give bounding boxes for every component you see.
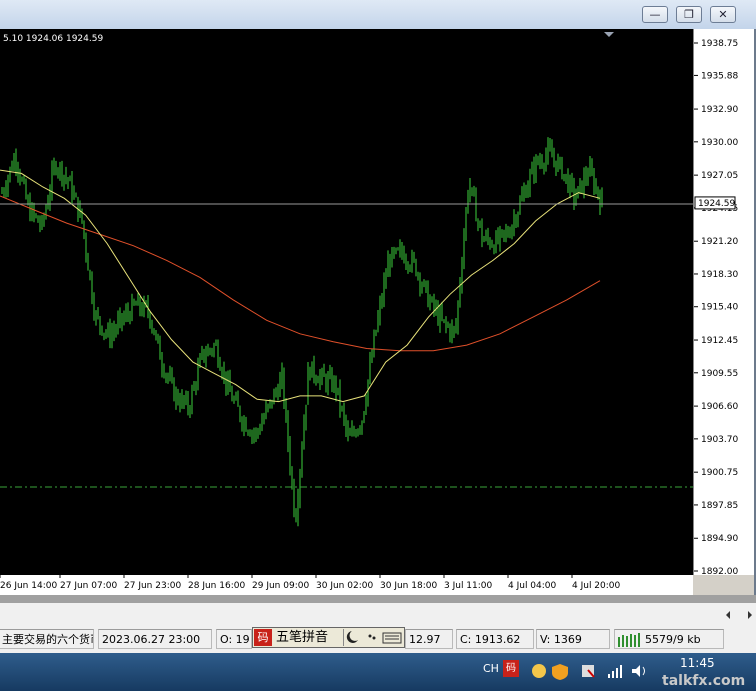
price-tick-label: 1900.75 bbox=[701, 468, 738, 478]
ime-mode-label[interactable]: 五笔拼音 bbox=[276, 628, 328, 647]
price-tick-label: 1918.30 bbox=[701, 270, 738, 280]
scroll-strip bbox=[0, 595, 756, 603]
watermark: talkfx.com bbox=[662, 673, 746, 689]
clock[interactable]: 11:45 bbox=[680, 656, 715, 670]
price-tick-label: 1912.45 bbox=[701, 336, 738, 346]
half-width-moon-icon[interactable] bbox=[346, 631, 358, 643]
soft-keyboard-icon[interactable] bbox=[382, 632, 402, 644]
panel-area bbox=[0, 603, 756, 626]
price-tick-label: 1921.20 bbox=[701, 237, 738, 247]
restore-button[interactable]: ❐ bbox=[676, 6, 702, 23]
candlestick-chart bbox=[0, 32, 693, 527]
ime-logo-icon[interactable]: 码 bbox=[254, 629, 272, 646]
status-datetime: 2023.06.27 23:00 bbox=[98, 629, 212, 649]
volume-icon[interactable] bbox=[632, 665, 640, 677]
time-tick-label: 30 Jun 02:00 bbox=[316, 581, 373, 591]
price-tick-label: 1897.85 bbox=[701, 501, 738, 511]
minimize-button[interactable]: — bbox=[642, 6, 668, 23]
punctuation-icon[interactable] bbox=[368, 634, 372, 638]
time-tick-label: 3 Jul 11:00 bbox=[444, 581, 493, 591]
scroll-left-icon[interactable] bbox=[726, 611, 730, 619]
status-volume: V: 1369 bbox=[536, 629, 610, 649]
price-tick-label: 1909.55 bbox=[701, 369, 738, 379]
current-price-label: 1924.59 bbox=[698, 199, 735, 209]
connection-bars-icon bbox=[618, 633, 640, 647]
network-signal-icon[interactable] bbox=[608, 674, 610, 678]
price-tick-label: 1903.70 bbox=[701, 435, 738, 445]
ime-tray-icon[interactable]: 码 bbox=[503, 660, 519, 677]
time-tick-label: 4 Jul 20:00 bbox=[572, 581, 621, 591]
time-tick-label: 29 Jun 09:00 bbox=[252, 581, 309, 591]
price-axis: 1938.75 1935.88 1932.90 1930.00 1927.05 1924.… bbox=[693, 29, 754, 577]
security-shield-icon[interactable] bbox=[552, 664, 568, 680]
time-tick-label: 28 Jun 16:00 bbox=[188, 581, 245, 591]
status-open: O: 19 bbox=[216, 629, 252, 649]
time-tick-label: 26 Jun 14:00 bbox=[0, 581, 57, 591]
scroll-right-icon[interactable] bbox=[748, 611, 752, 619]
time-tick-label: 4 Jul 04:00 bbox=[508, 581, 557, 591]
price-tick-label: 1932.90 bbox=[701, 105, 738, 115]
messenger-tray-icon[interactable] bbox=[532, 664, 546, 678]
time-tick-label: 27 Jun 23:00 bbox=[124, 581, 181, 591]
window-title-bar: — ❐ ✕ bbox=[0, 0, 756, 29]
price-tick-label: 1915.40 bbox=[701, 303, 738, 313]
price-tick-label: 1927.05 bbox=[701, 171, 738, 181]
status-traffic: 5579/9 kb bbox=[614, 629, 724, 649]
time-axis: 26 Jun 14:00 27 Jun 07:00 27 Jun 23:00 28 J… bbox=[0, 575, 693, 595]
time-tick-label: 27 Jun 07:00 bbox=[60, 581, 117, 591]
status-profile: 主要交易的六个货币 bbox=[0, 629, 94, 649]
price-tick-label: 1935.88 bbox=[701, 71, 738, 81]
language-indicator[interactable]: CH bbox=[483, 662, 499, 675]
time-tick-label: 30 Jun 18:00 bbox=[380, 581, 437, 591]
ohlc-readout: 5.10 1924.06 1924.59 bbox=[3, 34, 104, 44]
chart-shift-marker-icon bbox=[604, 32, 614, 37]
taskbar: CH 码 11:45 talkfx.com bbox=[0, 653, 756, 691]
price-tick-label: 1892.00 bbox=[701, 567, 738, 575]
price-tick-label: 1938.75 bbox=[701, 39, 738, 49]
price-tick-label: 1894.90 bbox=[701, 534, 738, 544]
status-close: C: 1913.62 bbox=[456, 629, 534, 649]
close-button[interactable]: ✕ bbox=[710, 6, 736, 23]
fast-moving-average-line bbox=[0, 169, 601, 403]
traffic-text: 5579/9 kb bbox=[645, 633, 701, 646]
price-tick-label: 1930.00 bbox=[701, 138, 738, 148]
price-chart[interactable] bbox=[0, 29, 693, 575]
ime-toolbar[interactable]: 码 五笔拼音 bbox=[252, 627, 405, 648]
price-tick-label: 1906.60 bbox=[701, 402, 738, 412]
status-high: 12.97 bbox=[405, 629, 453, 649]
